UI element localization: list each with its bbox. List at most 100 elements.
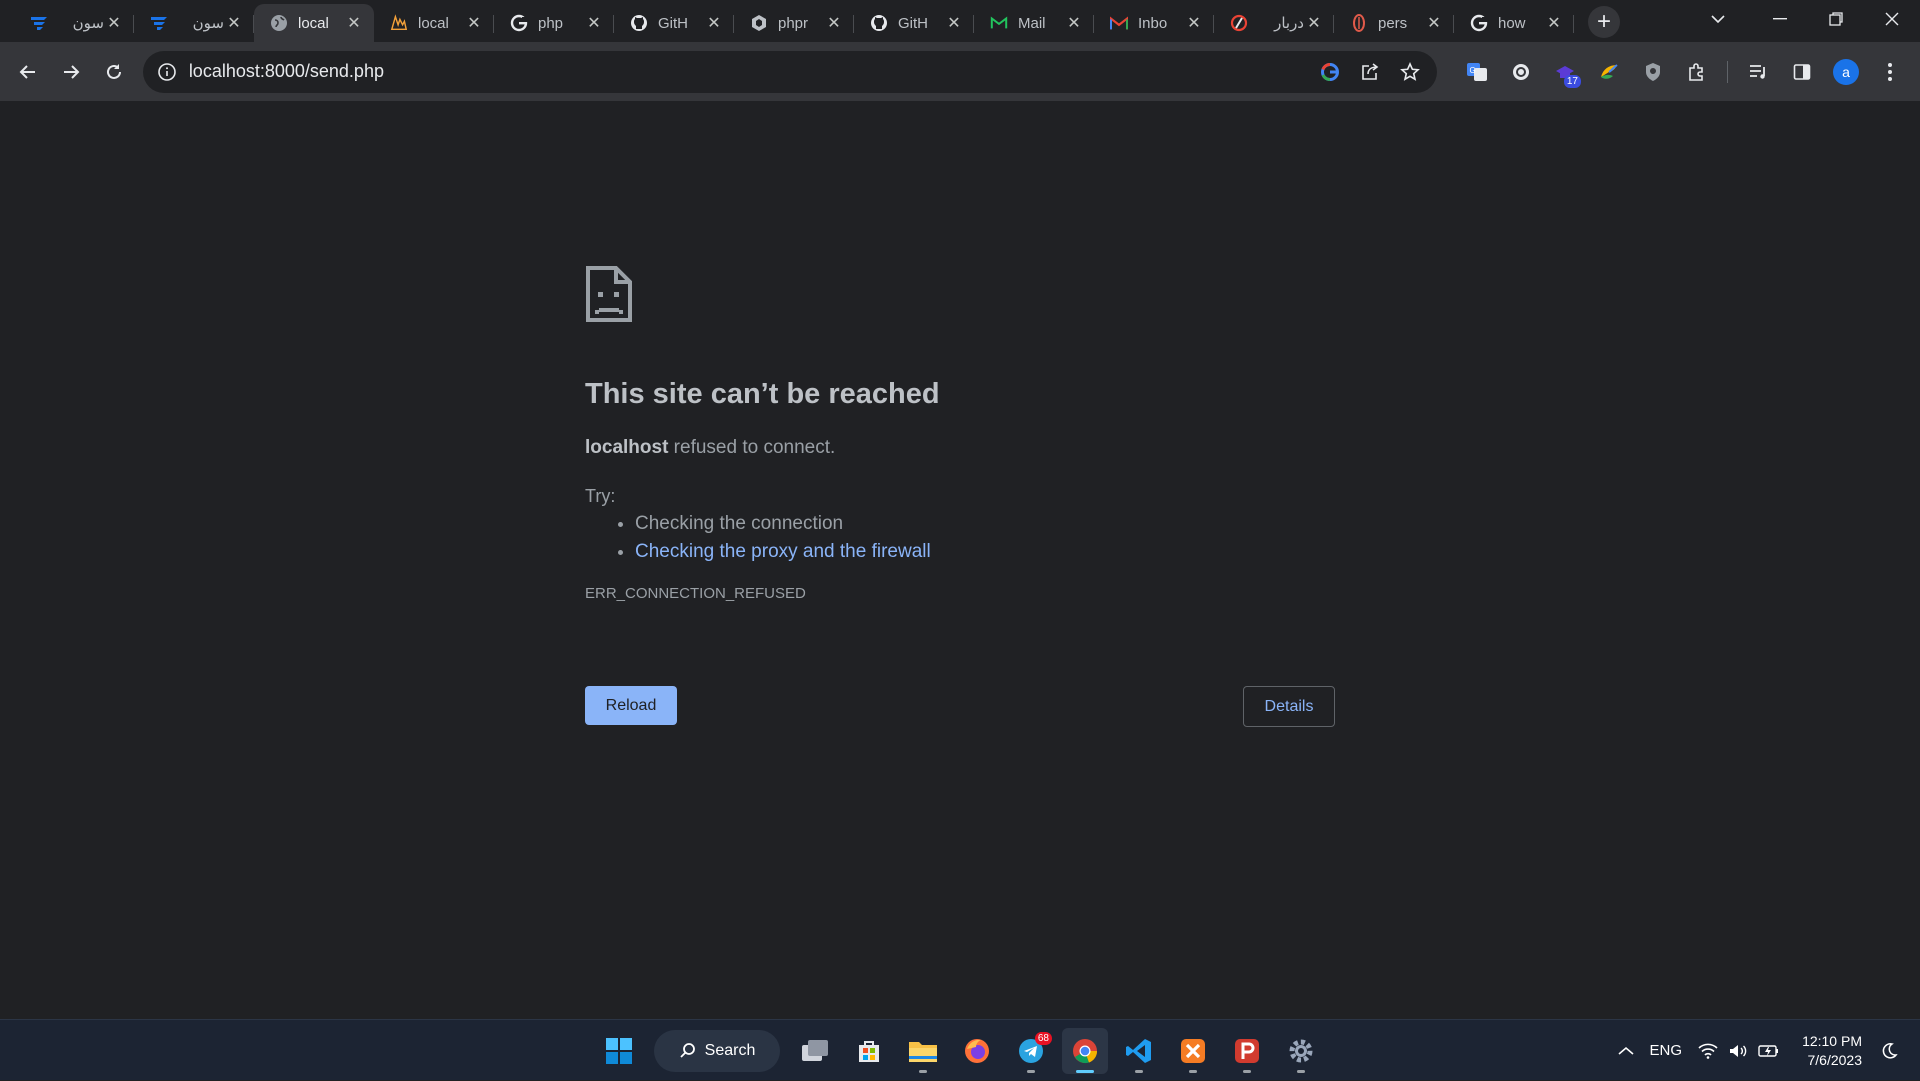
details-button[interactable]: Details <box>1243 686 1335 727</box>
telegram-button[interactable]: 68 <box>1008 1028 1054 1074</box>
running-indicator <box>1297 1070 1305 1073</box>
vscode-button[interactable] <box>1116 1028 1162 1074</box>
tab-title: local <box>298 14 329 32</box>
close-tab-icon[interactable]: ✕ <box>224 13 244 33</box>
xampp-button[interactable] <box>1170 1028 1216 1074</box>
forward-button[interactable] <box>51 52 91 92</box>
clock[interactable]: 12:10 PM 7/6/2023 <box>1788 1032 1872 1070</box>
close-tab-icon[interactable]: ✕ <box>1304 13 1324 33</box>
reload-button[interactable]: Reload <box>585 686 677 725</box>
google-lens-icon[interactable] <box>1317 59 1343 85</box>
close-tab-icon[interactable]: ✕ <box>824 13 844 33</box>
task-view-icon <box>802 1040 828 1061</box>
browser-toolbar: localhost:8000/send.php G 17 a <box>0 42 1920 101</box>
media-controls-button[interactable] <box>1736 52 1780 92</box>
chevron-up-icon <box>1618 1046 1634 1055</box>
google-icon <box>510 14 528 32</box>
tab-laravel[interactable]: local ✕ <box>374 4 494 42</box>
back-button[interactable] <box>8 52 48 92</box>
postman-button[interactable] <box>1224 1028 1270 1074</box>
close-tab-icon[interactable]: ✕ <box>1064 13 1084 33</box>
suggestion-link-item[interactable]: Checking the proxy and the firewall <box>635 541 1335 563</box>
language-indicator[interactable]: ENG <box>1642 1031 1691 1071</box>
network-volume-battery[interactable] <box>1690 1031 1788 1071</box>
google-translate-extension[interactable]: G <box>1455 52 1499 92</box>
minimize-button[interactable] <box>1752 0 1808 38</box>
battery-charging-icon <box>1758 1044 1779 1057</box>
tab-title: سون <box>72 15 104 32</box>
gmail-icon <box>1110 14 1128 32</box>
error-title: This site can’t be reached <box>585 378 940 410</box>
extensions-menu-button[interactable] <box>1675 52 1719 92</box>
close-tab-icon[interactable]: ✕ <box>1424 13 1444 33</box>
extension-circle[interactable] <box>1499 52 1543 92</box>
tab-search-button[interactable] <box>1690 0 1746 38</box>
tab-github-1[interactable]: GitH ✕ <box>614 4 734 42</box>
chrome-menu-button[interactable] <box>1868 52 1912 92</box>
tab-persian[interactable]: pers ✕ <box>1334 4 1454 42</box>
suggestions-list: Checking the connection Checking the pro… <box>585 513 1335 563</box>
bookmark-star-icon[interactable] <box>1397 59 1423 85</box>
start-button[interactable] <box>596 1028 642 1074</box>
task-view-button[interactable] <box>792 1028 838 1074</box>
firefox-icon <box>965 1039 989 1063</box>
extension-colorful[interactable] <box>1587 52 1631 92</box>
tab-google-how[interactable]: how ✕ <box>1454 4 1574 42</box>
suggestion-text: Checking the connection <box>635 513 844 534</box>
profile-button[interactable]: a <box>1824 52 1868 92</box>
tab-mailtrap[interactable]: Mail ✕ <box>974 4 1094 42</box>
folder-icon <box>909 1042 937 1062</box>
telegram-unread-badge: 68 <box>1034 1032 1052 1045</box>
restore-button[interactable] <box>1808 0 1864 38</box>
translate-icon: G <box>1466 62 1487 81</box>
close-icon <box>1885 12 1899 26</box>
close-tab-icon[interactable]: ✕ <box>944 13 964 33</box>
persian-logo-icon <box>1350 14 1368 32</box>
settings-button[interactable] <box>1278 1028 1324 1074</box>
side-panel-button[interactable] <box>1780 52 1824 92</box>
close-window-button[interactable] <box>1864 0 1920 38</box>
close-tab-icon[interactable]: ✕ <box>464 13 484 33</box>
suggestion-link[interactable]: Checking the proxy and the firewall <box>635 541 931 562</box>
tab-google-php[interactable]: php ✕ <box>494 4 614 42</box>
extension-hat[interactable]: 17 <box>1543 52 1587 92</box>
google-icon <box>1470 14 1488 32</box>
taskbar-search[interactable]: Search <box>654 1030 780 1072</box>
mailtrap-icon <box>990 14 1008 32</box>
new-tab-button[interactable]: + <box>1588 6 1620 38</box>
wifi-icon <box>1698 1043 1718 1059</box>
error-host: localhost <box>585 437 669 458</box>
url-text[interactable]: localhost:8000/send.php <box>189 61 1317 82</box>
active-indicator <box>1076 1070 1094 1073</box>
tab-localhost-active[interactable]: local ✕ <box>254 4 374 42</box>
show-hidden-icons-button[interactable] <box>1610 1031 1642 1071</box>
reload-page-button[interactable] <box>94 52 134 92</box>
share-icon[interactable] <box>1357 59 1383 85</box>
extension-shield[interactable] <box>1631 52 1675 92</box>
running-indicator <box>1189 1070 1197 1073</box>
tab-darbar[interactable]: دربار ✕ <box>1214 4 1334 42</box>
notification-center-button[interactable] <box>1872 1031 1920 1071</box>
tab-gmail-inbox[interactable]: Inbo ✕ <box>1094 4 1214 42</box>
chrome-button[interactable] <box>1062 1028 1108 1074</box>
tab-sevenlearn-2[interactable]: سون ✕ <box>134 4 254 42</box>
close-tab-icon[interactable]: ✕ <box>1184 13 1204 33</box>
close-tab-icon[interactable]: ✕ <box>344 13 364 33</box>
firefox-button[interactable] <box>954 1028 1000 1074</box>
file-explorer-button[interactable] <box>900 1028 946 1074</box>
address-bar[interactable]: localhost:8000/send.php <box>142 50 1437 93</box>
tab-github-2[interactable]: GitH ✕ <box>854 4 974 42</box>
tab-title: GitH <box>658 14 688 32</box>
close-tab-icon[interactable]: ✕ <box>584 13 604 33</box>
close-tab-icon[interactable]: ✕ <box>1544 13 1564 33</box>
suggestion-item: Checking the connection <box>635 513 1335 535</box>
arrow-left-icon <box>19 64 35 79</box>
microsoft-store-button[interactable] <box>846 1028 892 1074</box>
close-tab-icon[interactable]: ✕ <box>704 13 724 33</box>
circle-extension-icon <box>1512 63 1529 80</box>
chrome-icon <box>1073 1039 1098 1064</box>
tab-sevenlearn-1[interactable]: سون ✕ <box>14 4 134 42</box>
close-tab-icon[interactable]: ✕ <box>104 13 124 33</box>
tab-phpmyadmin[interactable]: phpr ✕ <box>734 4 854 42</box>
taskbar-apps: Search 68 <box>596 1028 1324 1074</box>
